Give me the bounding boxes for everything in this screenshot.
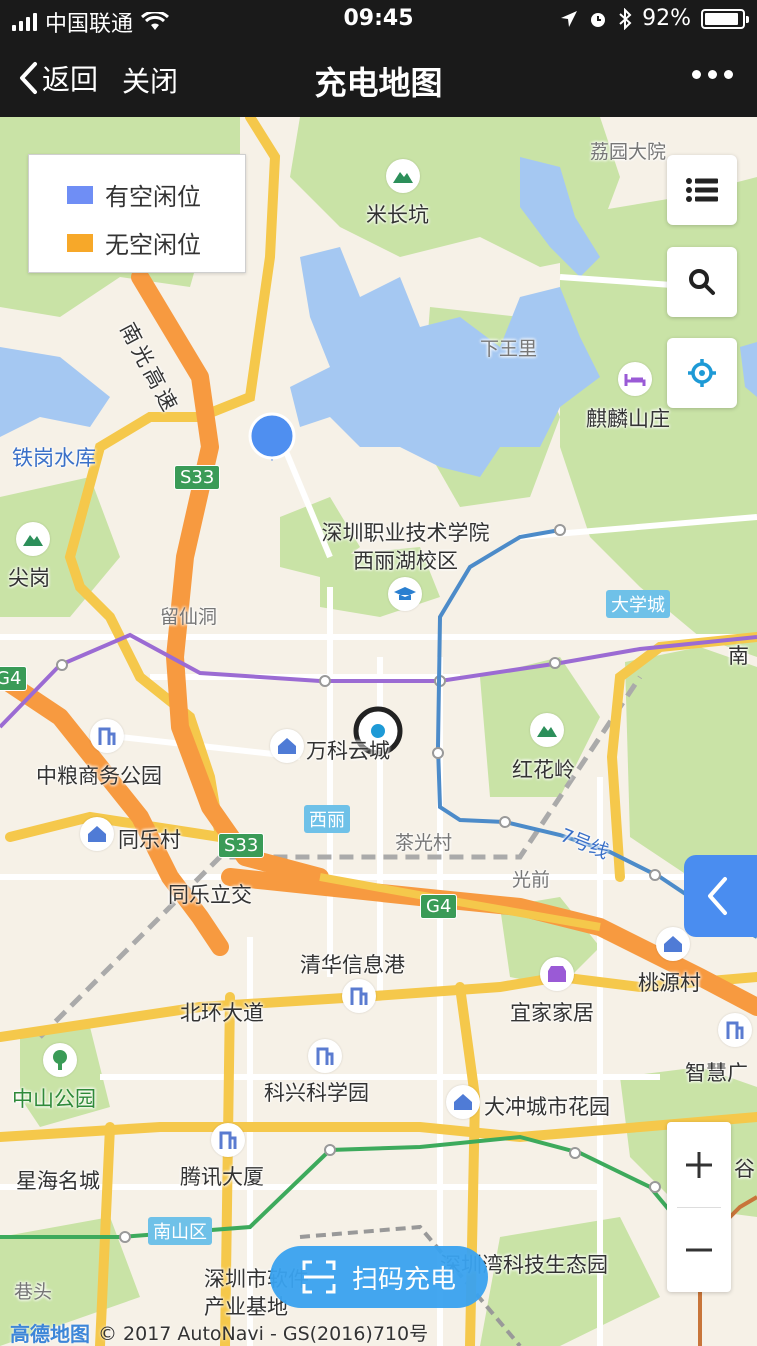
back-label: 返回 [42,63,99,96]
road-shield: G4 [420,894,458,919]
close-button[interactable]: 关闭 [122,60,178,100]
search-icon [689,269,715,295]
map-label: 中粮商务公园 [36,764,162,788]
map-label: 万科云城 [306,739,390,763]
scan-icon [302,1260,336,1294]
map-label: 大冲城市花园 [484,1095,610,1119]
map-label: 宜家家居 [510,1001,594,1025]
plus-icon [686,1151,712,1178]
map-label: 茶光村 [395,832,453,854]
map-label: 米长坑 [366,203,429,227]
nav-bar: 返回 关闭 充电地图 [0,40,757,117]
area-tag: 南山区 [148,1217,212,1245]
map-attribution: 高德地图 © 2017 AutoNavi - GS(2016)710号 [10,1318,428,1346]
home-icon [656,927,690,961]
road-shield: S33 [174,465,221,490]
map-label: 下王里 [480,338,538,360]
copyright-text: © 2017 AutoNavi - GS(2016)710号 [98,1323,429,1345]
battery-fill [705,12,739,25]
school-icon [388,577,422,611]
zoom-out-button[interactable] [667,1207,731,1292]
map-label: 谷 [734,1157,755,1181]
more-menu-button[interactable] [692,70,733,79]
bluetooth-icon [619,7,632,30]
road-shield: G4 [0,666,28,691]
legend: 有空闲位 无空闲位 [28,154,246,273]
legend-swatch [67,233,93,252]
zoom-control [667,1122,731,1292]
mountain-icon [386,159,420,193]
map-label: 红花岭 [512,758,575,782]
area-tag: 西丽 [304,805,350,833]
amap-logo: 高德地图 [10,1322,90,1346]
alarm-icon [591,12,606,27]
list-button[interactable] [667,155,737,225]
page-title: 充电地图 [314,64,443,102]
map-label: 智慧广 [685,1061,748,1085]
location-arrow-icon [561,10,578,27]
battery-icon [701,8,749,29]
zoom-in-button[interactable] [667,1122,731,1207]
minus-icon [686,1248,712,1251]
legend-item-available: 有空闲位 [67,177,201,212]
map-label: 铁岗水库 [12,446,96,470]
map-label: 光前 [512,869,551,891]
map-label-line: 深圳职业技术学院西丽湖校区 [321,521,490,573]
hotel-icon [618,362,652,396]
map-label: 桃源村 [638,971,701,995]
map-label: 南 [728,644,749,668]
building-icon [342,979,376,1013]
status-bar: 中国联通 09:45 92% [0,0,757,40]
map-label: 麒麟山庄 [586,407,670,431]
building-icon [308,1039,342,1073]
legend-swatch [67,185,93,204]
map-label: 北环大道 [180,1001,264,1025]
legend-label: 无空闲位 [105,231,201,259]
building-icon [211,1123,245,1157]
home-icon [80,817,114,851]
back-button[interactable]: 返回 [18,58,98,98]
mountain-icon [530,713,564,747]
building-icon [718,1013,752,1047]
side-panel-toggle[interactable] [684,855,757,937]
map-label: 荔园大院 [590,141,667,163]
chevron-left-icon [708,877,727,915]
home-icon [446,1085,480,1119]
map-label: 清华信息港 [300,953,405,977]
map-view[interactable]: 荔园大院 米长坑 南光高速 下王里 麒麟山庄 铁岗水库 S33 深圳职业技术学院… [0,117,757,1346]
home-icon [270,729,304,763]
map-label: 腾讯大厦 [180,1165,264,1189]
map-label: 星海名城 [16,1169,100,1193]
crosshair-icon [688,359,716,387]
search-button[interactable] [667,247,737,317]
battery-percent: 92% [642,6,691,31]
map-label: 留仙洞 [160,606,218,628]
building-icon [90,719,124,753]
map-label: 同乐立交 [168,883,252,907]
mountain-icon [16,522,50,556]
map-label: 中山公园 [12,1087,96,1111]
scan-charge-label: 扫码充电 [351,1264,456,1295]
scan-charge-button[interactable]: 扫码充电 [270,1246,488,1308]
chevron-left-icon [20,62,37,94]
legend-item-full: 无空闲位 [67,225,201,260]
map-label: 尖岗 [8,566,50,590]
legend-label: 有空闲位 [105,183,201,211]
area-tag: 大学城 [606,590,670,618]
list-icon [686,178,718,202]
locate-button[interactable] [667,338,737,408]
park-icon [43,1043,77,1077]
map-label: 深圳职业技术学院西丽湖校区 [318,519,493,575]
road-shield: S33 [218,833,265,858]
map-label: 同乐村 [118,828,181,852]
map-label: 科兴科学园 [264,1081,369,1105]
shop-icon [540,957,574,991]
map-label: 巷头 [14,1281,53,1303]
